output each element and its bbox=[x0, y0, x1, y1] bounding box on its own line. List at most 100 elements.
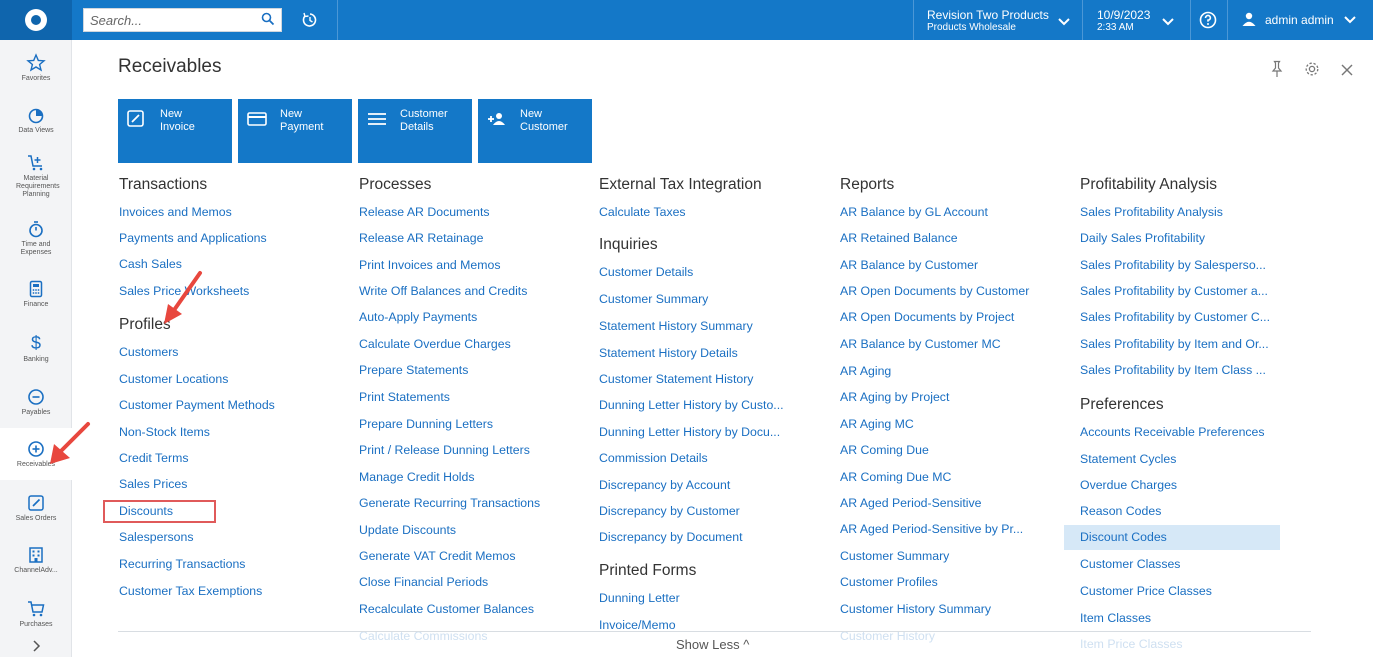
link-auto-apply-payments[interactable]: Auto-Apply Payments bbox=[359, 310, 477, 324]
gear-icon[interactable] bbox=[1303, 60, 1321, 83]
link-ar-coming-due-mc[interactable]: AR Coming Due MC bbox=[840, 470, 951, 484]
link-dunning-letter[interactable]: Dunning Letter bbox=[599, 591, 680, 605]
pin-icon[interactable] bbox=[1271, 60, 1283, 83]
link-manage-credit-holds[interactable]: Manage Credit Holds bbox=[359, 470, 475, 484]
link-customer-locations[interactable]: Customer Locations bbox=[119, 372, 228, 386]
business-date-selector[interactable]: 10/9/2023 2:33 AM bbox=[1088, 0, 1188, 40]
link-ar-aging-by-project[interactable]: AR Aging by Project bbox=[840, 390, 949, 404]
link-daily-sales-profitability[interactable]: Daily Sales Profitability bbox=[1080, 231, 1205, 245]
close-icon[interactable] bbox=[1341, 63, 1353, 81]
link-customer-summary[interactable]: Customer Summary bbox=[599, 292, 708, 306]
show-less-toggle[interactable]: Show Less ^ bbox=[676, 637, 749, 652]
user-menu[interactable]: admin admin bbox=[1233, 0, 1373, 40]
link-print-release-dunning-letters[interactable]: Print / Release Dunning Letters bbox=[359, 443, 530, 457]
link-dunning-history-by-customer[interactable]: Dunning Letter History by Custo... bbox=[599, 398, 784, 412]
link-customer-summary-report[interactable]: Customer Summary bbox=[840, 549, 949, 563]
link-prepare-statements[interactable]: Prepare Statements bbox=[359, 363, 468, 377]
link-release-ar-documents[interactable]: Release AR Documents bbox=[359, 205, 490, 219]
link-profitability-by-item-class[interactable]: Sales Profitability by Item Class ... bbox=[1080, 363, 1266, 377]
link-calculate-taxes[interactable]: Calculate Taxes bbox=[599, 205, 686, 219]
link-sales-prices[interactable]: Sales Prices bbox=[119, 477, 187, 491]
customer-details-tile[interactable]: Customer Details bbox=[358, 99, 472, 163]
link-ar-aging-mc[interactable]: AR Aging MC bbox=[840, 417, 914, 431]
nav-sales-orders[interactable]: Sales Orders bbox=[0, 482, 72, 534]
link-customer-details[interactable]: Customer Details bbox=[599, 265, 693, 279]
link-print-statements[interactable]: Print Statements bbox=[359, 390, 450, 404]
link-customers[interactable]: Customers bbox=[119, 345, 178, 359]
link-prepare-dunning-letters[interactable]: Prepare Dunning Letters bbox=[359, 417, 493, 431]
link-salespersons[interactable]: Salespersons bbox=[119, 530, 194, 544]
link-customer-history-summary[interactable]: Customer History Summary bbox=[840, 602, 991, 616]
link-ar-open-docs-by-project[interactable]: AR Open Documents by Project bbox=[840, 310, 1014, 324]
link-customer-profiles[interactable]: Customer Profiles bbox=[840, 575, 938, 589]
link-dunning-history-by-document[interactable]: Dunning Letter History by Docu... bbox=[599, 425, 780, 439]
link-ar-balance-by-customer-mc[interactable]: AR Balance by Customer MC bbox=[840, 337, 1001, 351]
company-selector[interactable]: Revision Two Products Products Wholesale bbox=[918, 0, 1078, 40]
link-non-stock-items[interactable]: Non-Stock Items bbox=[119, 425, 210, 439]
link-ar-aged-period-sensitive[interactable]: AR Aged Period-Sensitive bbox=[840, 496, 982, 510]
link-profitability-by-customer-a[interactable]: Sales Profitability by Customer a... bbox=[1080, 284, 1268, 298]
nav-banking[interactable]: $ Banking bbox=[0, 322, 72, 374]
nav-expand[interactable] bbox=[0, 636, 72, 656]
link-profitability-by-item-and-order[interactable]: Sales Profitability by Item and Or... bbox=[1080, 337, 1269, 351]
help-icon[interactable] bbox=[1197, 9, 1219, 31]
link-ar-preferences[interactable]: Accounts Receivable Preferences bbox=[1080, 425, 1265, 439]
link-ar-coming-due[interactable]: AR Coming Due bbox=[840, 443, 929, 457]
link-item-price-classes[interactable]: Item Price Classes bbox=[1080, 637, 1183, 651]
link-invoice-memo[interactable]: Invoice/Memo bbox=[599, 618, 676, 632]
link-profitability-by-salesperson[interactable]: Sales Profitability by Salesperso... bbox=[1080, 258, 1266, 272]
link-customer-classes[interactable]: Customer Classes bbox=[1080, 557, 1180, 571]
link-customer-price-classes[interactable]: Customer Price Classes bbox=[1080, 584, 1212, 598]
new-customer-tile[interactable]: New Customer bbox=[478, 99, 592, 163]
new-invoice-tile[interactable]: New Invoice bbox=[118, 99, 232, 163]
link-overdue-charges[interactable]: Overdue Charges bbox=[1080, 478, 1177, 492]
link-commission-details[interactable]: Commission Details bbox=[599, 451, 708, 465]
link-item-classes[interactable]: Item Classes bbox=[1080, 611, 1151, 625]
link-update-discounts[interactable]: Update Discounts bbox=[359, 523, 456, 537]
link-customer-tax-exemptions[interactable]: Customer Tax Exemptions bbox=[119, 584, 262, 598]
link-recurring-transactions[interactable]: Recurring Transactions bbox=[119, 557, 245, 571]
link-customer-payment-methods[interactable]: Customer Payment Methods bbox=[119, 398, 275, 412]
link-ar-balance-by-gl-account[interactable]: AR Balance by GL Account bbox=[840, 205, 988, 219]
link-ar-aging[interactable]: AR Aging bbox=[840, 364, 891, 378]
nav-favorites[interactable]: Favorites bbox=[0, 42, 72, 94]
nav-finance[interactable]: Finance bbox=[0, 268, 72, 320]
nav-purchases[interactable]: Purchases bbox=[0, 588, 72, 640]
nav-mrp[interactable]: Material Requirements Planning bbox=[0, 146, 72, 206]
link-credit-terms[interactable]: Credit Terms bbox=[119, 451, 188, 465]
new-payment-tile[interactable]: New Payment bbox=[238, 99, 352, 163]
link-customer-statement-history[interactable]: Customer Statement History bbox=[599, 372, 753, 386]
search-icon[interactable] bbox=[261, 12, 275, 31]
link-ar-aged-period-sensitive-by-project[interactable]: AR Aged Period-Sensitive by Pr... bbox=[840, 522, 1023, 536]
link-discount-codes[interactable]: Discount Codes bbox=[1080, 530, 1167, 544]
link-discrepancy-by-account[interactable]: Discrepancy by Account bbox=[599, 478, 730, 492]
link-statement-cycles[interactable]: Statement Cycles bbox=[1080, 452, 1176, 466]
link-write-off-balances[interactable]: Write Off Balances and Credits bbox=[359, 284, 527, 298]
link-generate-vat-credit-memos[interactable]: Generate VAT Credit Memos bbox=[359, 549, 516, 563]
link-statement-history-details[interactable]: Statement History Details bbox=[599, 346, 738, 360]
link-reason-codes[interactable]: Reason Codes bbox=[1080, 504, 1161, 518]
link-discrepancy-by-document[interactable]: Discrepancy by Document bbox=[599, 530, 743, 544]
link-statement-history-summary[interactable]: Statement History Summary bbox=[599, 319, 753, 333]
history-icon[interactable] bbox=[295, 8, 325, 32]
link-release-ar-retainage[interactable]: Release AR Retainage bbox=[359, 231, 483, 245]
nav-data-views[interactable]: Data Views bbox=[0, 94, 72, 146]
link-payments-and-applications[interactable]: Payments and Applications bbox=[119, 231, 267, 245]
link-print-invoices-and-memos[interactable]: Print Invoices and Memos bbox=[359, 258, 500, 272]
link-discrepancy-by-customer[interactable]: Discrepancy by Customer bbox=[599, 504, 740, 518]
search-input[interactable] bbox=[84, 12, 254, 28]
link-close-financial-periods[interactable]: Close Financial Periods bbox=[359, 575, 488, 589]
nav-channeladvisor[interactable]: ChannelAdv... bbox=[0, 534, 72, 586]
app-logo[interactable] bbox=[0, 0, 72, 40]
search-box[interactable] bbox=[83, 8, 282, 32]
link-generate-recurring-transactions[interactable]: Generate Recurring Transactions bbox=[359, 496, 540, 510]
link-ar-retained-balance[interactable]: AR Retained Balance bbox=[840, 231, 958, 245]
link-sales-profitability-analysis[interactable]: Sales Profitability Analysis bbox=[1080, 205, 1223, 219]
link-ar-open-docs-by-customer[interactable]: AR Open Documents by Customer bbox=[840, 284, 1029, 298]
link-profitability-by-customer-c[interactable]: Sales Profitability by Customer C... bbox=[1080, 310, 1270, 324]
link-recalculate-customer-balances[interactable]: Recalculate Customer Balances bbox=[359, 602, 534, 616]
link-ar-balance-by-customer[interactable]: AR Balance by Customer bbox=[840, 258, 978, 272]
link-invoices-and-memos[interactable]: Invoices and Memos bbox=[119, 205, 232, 219]
link-calculate-overdue-charges[interactable]: Calculate Overdue Charges bbox=[359, 337, 511, 351]
nav-time-and-expenses[interactable]: Time and Expenses bbox=[0, 212, 72, 264]
